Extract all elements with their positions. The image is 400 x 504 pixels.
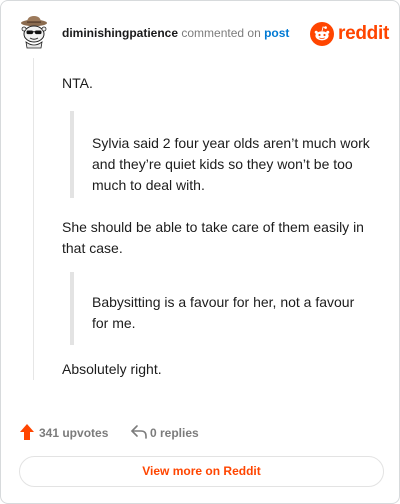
blockquote-text: Sylvia said 2 four year olds aren’t much… xyxy=(92,135,370,193)
username-link[interactable]: diminishingpatience xyxy=(62,26,178,40)
paragraph: She should be able to take care of them … xyxy=(62,219,364,256)
thread-line xyxy=(33,58,34,380)
avatar[interactable] xyxy=(16,14,52,50)
blockquote-text: Babysitting is a favour for her, not a f… xyxy=(92,294,355,331)
upvote-count: 341 upvotes xyxy=(39,426,109,440)
upvote-arrow-icon[interactable] xyxy=(19,423,35,441)
reddit-logo[interactable]: reddit xyxy=(310,22,389,46)
action-text: commented on xyxy=(181,26,261,40)
reddit-comment-embed: diminishingpatience commented on post re… xyxy=(0,0,400,504)
paragraph: Absolutely right. xyxy=(62,361,162,377)
reddit-snoo-icon xyxy=(310,22,334,46)
comment-header: diminishingpatience commented on post re… xyxy=(16,14,389,52)
paragraph: NTA. xyxy=(62,75,93,91)
reply-arrow-icon[interactable] xyxy=(130,424,148,440)
comment-footer: 341 upvotes 0 replies xyxy=(19,423,319,443)
comment-meta: diminishingpatience commented on post xyxy=(62,26,289,40)
view-more-button[interactable]: View more on Reddit xyxy=(19,456,384,487)
blockquote: Sylvia said 2 four year olds aren’t much… xyxy=(70,111,370,198)
reddit-wordmark: reddit xyxy=(338,23,389,44)
reply-count: 0 replies xyxy=(150,426,199,440)
post-link[interactable]: post xyxy=(264,26,289,40)
blockquote: Babysitting is a favour for her, not a f… xyxy=(70,272,370,345)
